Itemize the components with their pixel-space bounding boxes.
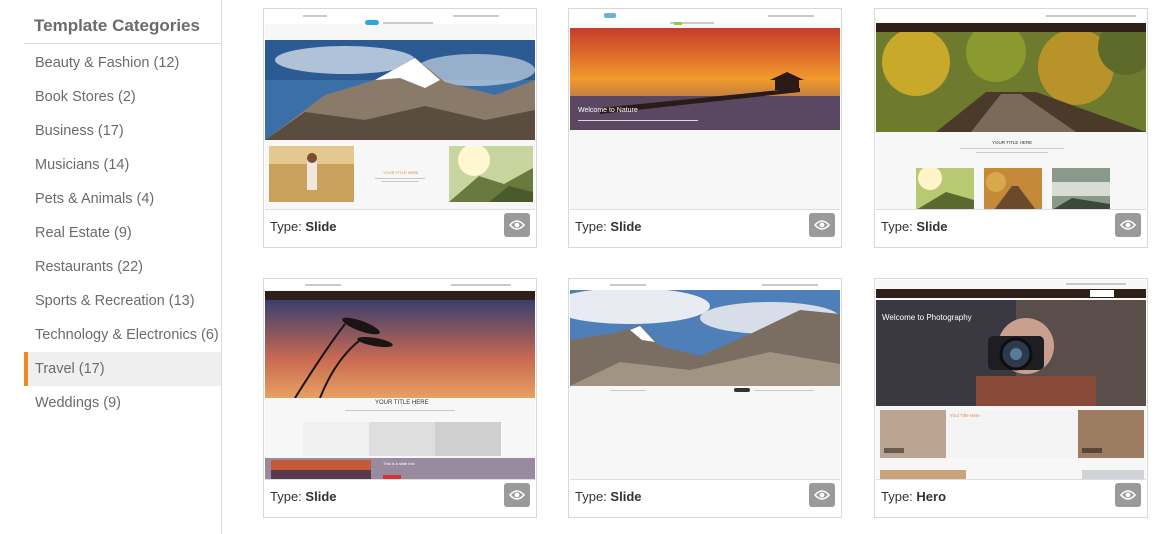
thumbnail-subtitle: This is a slide box xyxy=(383,461,415,466)
preview-button[interactable] xyxy=(1115,483,1141,507)
template-type: Type: Slide xyxy=(270,219,337,234)
category-item-beauty-fashion[interactable]: Beauty & Fashion (12) xyxy=(24,46,221,80)
template-card[interactable]: Type: Slide xyxy=(568,278,842,518)
category-item-business[interactable]: Business (17) xyxy=(24,114,221,148)
sidebar-title: Template Categories xyxy=(24,0,221,44)
category-sidebar: Template Categories Beauty & Fashion (12… xyxy=(24,0,222,534)
thumbnail-title: YOUR TITLE HERE xyxy=(383,170,419,175)
category-item-weddings[interactable]: Weddings (9) xyxy=(24,386,221,420)
category-list: Beauty & Fashion (12) Book Stores (2) Bu… xyxy=(24,46,221,420)
template-thumbnail[interactable]: Welcome to Photography Your Title Here xyxy=(876,280,1146,480)
category-item-travel[interactable]: Travel (17) xyxy=(24,352,221,386)
template-card[interactable]: Welcome to Photography Your Title Here T… xyxy=(874,278,1148,518)
card-footer: Type: Slide xyxy=(264,480,536,517)
preview-button[interactable] xyxy=(504,483,530,507)
thumbnail-subtitle: Your Title Here xyxy=(950,413,980,418)
category-item-technology-electronics[interactable]: Technology & Electronics (6) xyxy=(24,318,221,352)
preview-button[interactable] xyxy=(1115,213,1141,237)
template-card[interactable]: Welcome to Nature Type: Slide xyxy=(568,8,842,248)
template-type: Type: Slide xyxy=(575,219,642,234)
category-item-musicians[interactable]: Musicians (14) xyxy=(24,148,221,182)
card-footer: Type: Slide xyxy=(569,480,841,517)
preview-button[interactable] xyxy=(504,213,530,237)
template-thumbnail[interactable] xyxy=(570,280,840,480)
template-thumbnail[interactable]: YOUR TITLE HERE This is a slide box xyxy=(265,280,535,480)
thumbnail-title: Welcome to Nature xyxy=(578,107,638,114)
category-item-real-estate[interactable]: Real Estate (9) xyxy=(24,216,221,250)
thumbnail-title: YOUR TITLE HERE xyxy=(375,400,429,406)
category-item-book-stores[interactable]: Book Stores (2) xyxy=(24,80,221,114)
template-thumbnail[interactable]: Welcome to Nature xyxy=(570,10,840,210)
eye-icon xyxy=(814,220,830,230)
eye-icon xyxy=(509,490,525,500)
template-type: Type: Slide xyxy=(575,489,642,504)
category-item-restaurants[interactable]: Restaurants (22) xyxy=(24,250,221,284)
card-footer: Type: Hero xyxy=(875,480,1147,517)
eye-icon xyxy=(1120,490,1136,500)
template-type: Type: Hero xyxy=(881,489,947,504)
template-card[interactable]: YOUR TITLE HERE This is a slide box Type… xyxy=(263,278,537,518)
eye-icon xyxy=(1120,220,1136,230)
template-card[interactable]: YOUR TITLE HERE Type: Slide xyxy=(874,8,1148,248)
template-type: Type: Slide xyxy=(270,489,337,504)
card-footer: Type: Slide xyxy=(875,210,1147,247)
template-card[interactable]: YOUR TITLE HERE Type: Slide xyxy=(263,8,537,248)
preview-button[interactable] xyxy=(809,213,835,237)
preview-button[interactable] xyxy=(809,483,835,507)
eye-icon xyxy=(814,490,830,500)
category-item-pets-animals[interactable]: Pets & Animals (4) xyxy=(24,182,221,216)
template-thumbnail[interactable]: YOUR TITLE HERE xyxy=(876,10,1146,210)
template-type: Type: Slide xyxy=(881,219,948,234)
card-footer: Type: Slide xyxy=(264,210,536,247)
category-item-sports-recreation[interactable]: Sports & Recreation (13) xyxy=(24,284,221,318)
thumbnail-title: YOUR TITLE HERE xyxy=(992,140,1033,145)
eye-icon xyxy=(509,220,525,230)
card-footer: Type: Slide xyxy=(569,210,841,247)
thumbnail-title: Welcome to Photography xyxy=(882,313,972,322)
template-thumbnail[interactable]: YOUR TITLE HERE xyxy=(265,10,535,210)
